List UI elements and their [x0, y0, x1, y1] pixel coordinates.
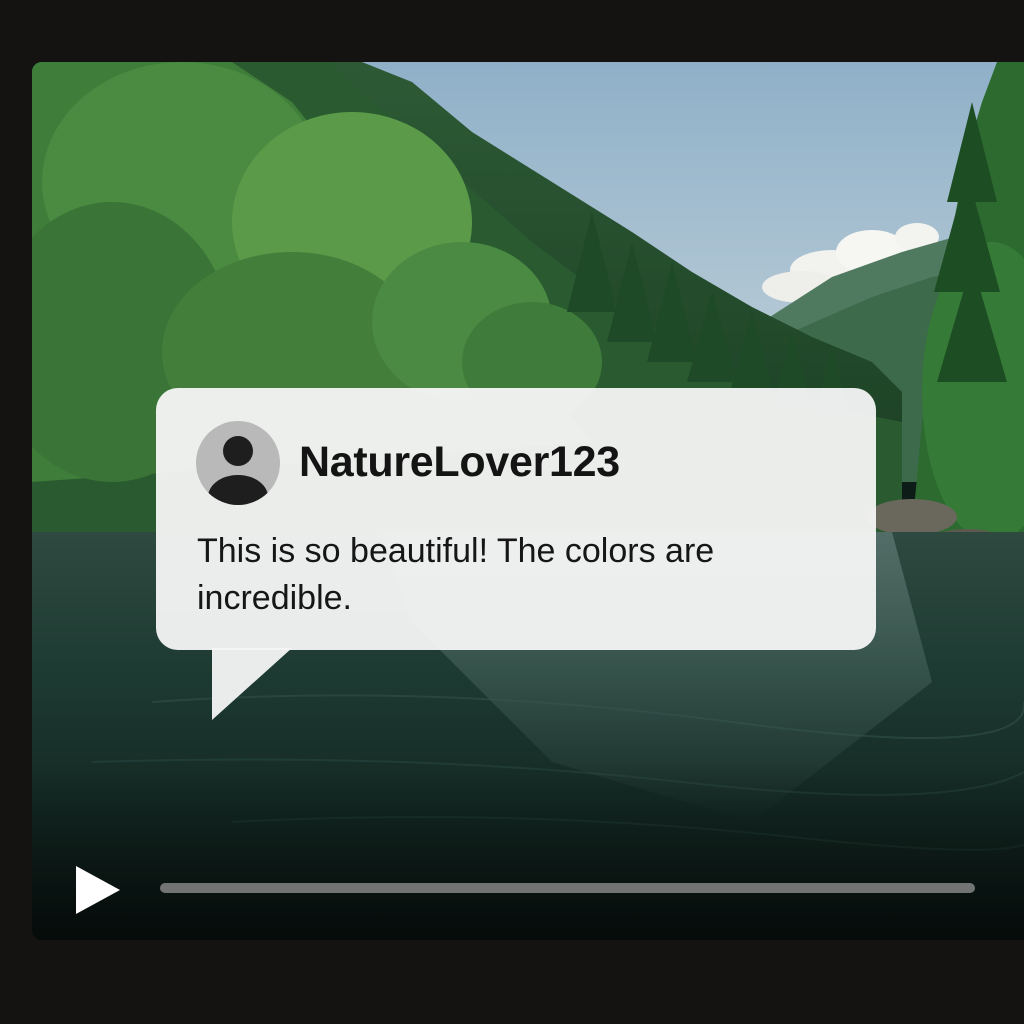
- progress-bar[interactable]: [160, 883, 975, 893]
- comment-bubble: NatureLover123 This is so beautiful! The…: [156, 388, 876, 650]
- comment-text: This is so beautiful! The colors are inc…: [197, 532, 715, 617]
- page: NatureLover123 This is so beautiful! The…: [0, 0, 1024, 1024]
- avatar-head: [223, 436, 253, 466]
- avatar-body: [208, 475, 268, 505]
- comment-username[interactable]: NatureLover123: [299, 438, 620, 487]
- video-player[interactable]: NatureLover123 This is so beautiful! The…: [32, 62, 1024, 940]
- user-avatar-icon[interactable]: [196, 421, 280, 505]
- play-icon: [76, 866, 120, 914]
- comment-bubble-tail: [212, 648, 292, 720]
- play-button[interactable]: [74, 864, 122, 916]
